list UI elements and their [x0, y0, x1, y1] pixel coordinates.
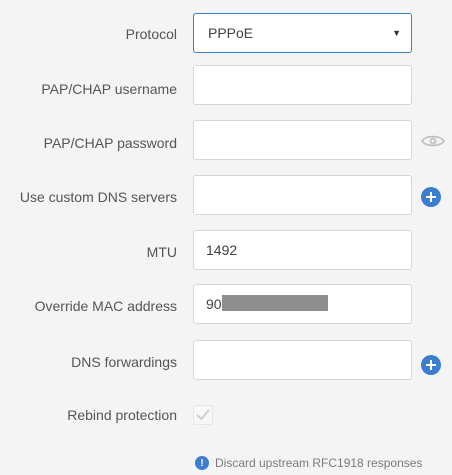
mtu-label: MTU [146, 244, 177, 260]
pap-chap-password-input[interactable] [193, 120, 412, 160]
info-icon: ! [195, 456, 209, 470]
mtu-input[interactable] [193, 230, 412, 270]
protocol-label: Protocol [125, 26, 177, 42]
protocol-select[interactable]: PPPoE ▼ [193, 13, 412, 53]
add-dns-forwarding-button[interactable] [421, 355, 441, 375]
pap-chap-username-input[interactable] [193, 65, 412, 105]
custom-dns-input[interactable] [193, 175, 412, 215]
override-mac-label: Override MAC address [34, 298, 177, 314]
rebind-protection-label: Rebind protection [67, 407, 177, 423]
rebind-protection-hint: ! Discard upstream RFC1918 responses [195, 456, 422, 470]
pap-chap-password-label: PAP/CHAP password [43, 135, 177, 151]
eye-icon[interactable] [421, 133, 445, 149]
check-icon [196, 409, 210, 420]
rebind-protection-checkbox[interactable] [193, 405, 213, 425]
protocol-selected-value: PPPoE [208, 25, 254, 41]
pap-chap-username-label: PAP/CHAP username [41, 81, 177, 97]
mac-redaction-bar [222, 295, 328, 311]
rebind-protection-hint-text: Discard upstream RFC1918 responses [215, 456, 423, 470]
dns-forwardings-label: DNS forwardings [71, 354, 177, 370]
add-dns-server-button[interactable] [421, 187, 441, 207]
custom-dns-label: Use custom DNS servers [19, 189, 177, 205]
caret-down-icon: ▼ [392, 28, 401, 38]
dns-forwardings-input[interactable] [193, 340, 412, 380]
